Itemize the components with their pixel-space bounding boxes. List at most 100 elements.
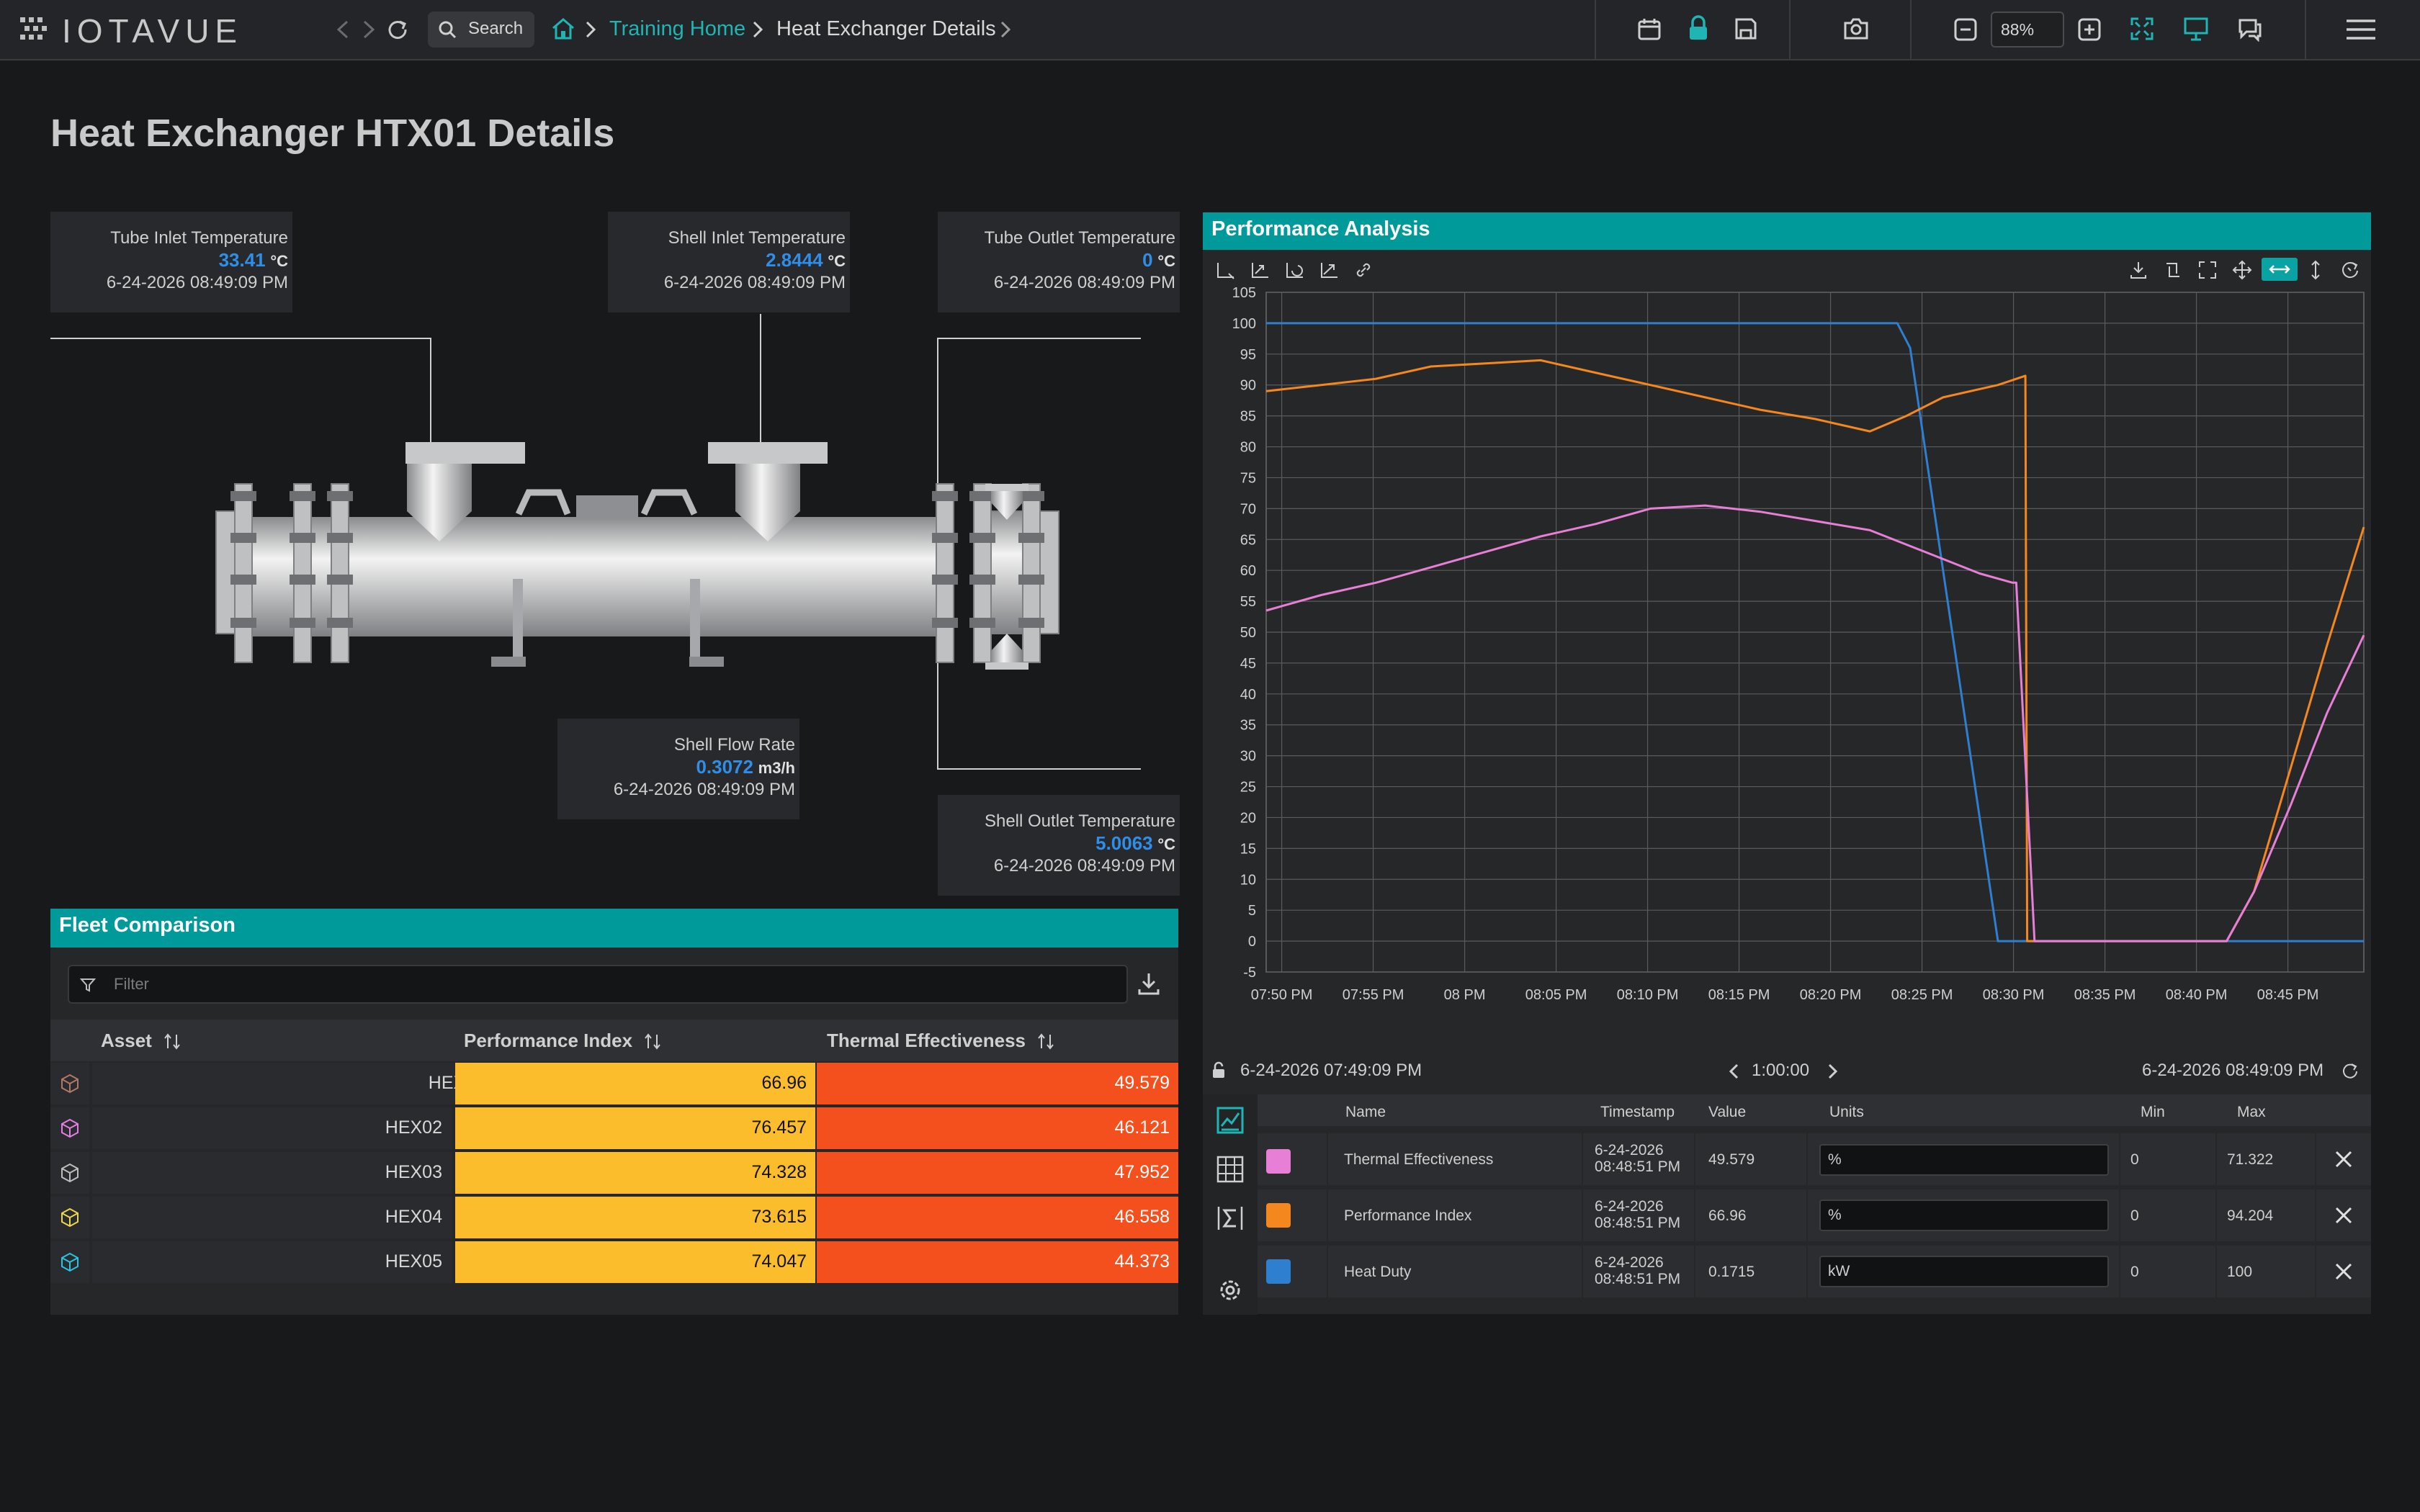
table-row[interactable]: HEX01 66.96 49.579 <box>50 1063 1178 1104</box>
chevron-right-icon[interactable] <box>1825 1063 1839 1080</box>
zoom-in-icon[interactable] <box>2077 17 2102 42</box>
column-asset-label: Asset <box>101 1030 152 1051</box>
save-icon[interactable] <box>1733 16 1759 42</box>
tile-unit: °C <box>1157 835 1175 853</box>
asset-cell: HEX03 <box>92 1152 452 1194</box>
legend-col-timestamp: Timestamp <box>1600 1104 1675 1120</box>
download-icon[interactable] <box>2128 259 2149 281</box>
thermal-effectiveness-cell: 46.121 <box>817 1107 1178 1149</box>
asset-cube-icon <box>61 1074 79 1094</box>
range-duration[interactable]: 1:00:00 <box>1752 1061 1809 1081</box>
refresh-icon[interactable] <box>386 17 409 40</box>
download-icon[interactable] <box>1137 971 1161 996</box>
legend-max: 94.204 <box>2217 1189 2315 1241</box>
range-end[interactable]: 6-24-2026 08:49:09 PM <box>2142 1061 2323 1081</box>
performance-index-cell: 73.615 <box>455 1197 815 1238</box>
y-tick-label: 50 <box>1240 625 1256 641</box>
series-color-swatch[interactable] <box>1266 1149 1291 1174</box>
sigma-icon[interactable] <box>1216 1204 1245 1233</box>
reset-zoom-icon[interactable] <box>2162 259 2184 281</box>
series-color-swatch[interactable] <box>1266 1259 1291 1284</box>
horizontal-zoom-toggle[interactable] <box>2262 258 2298 281</box>
lock-icon[interactable] <box>1210 1061 1229 1080</box>
vertical-arrows-icon[interactable] <box>2305 259 2326 281</box>
y-tick-label: 65 <box>1240 532 1256 548</box>
series-line-performance-index[interactable] <box>1265 359 2365 942</box>
legend-col-max: Max <box>2237 1104 2266 1120</box>
performance-analysis-title: Performance Analysis <box>1211 217 1430 240</box>
column-thermal-effectiveness[interactable]: Thermal Effectiveness <box>827 1030 1055 1052</box>
x-axis-ticks: 07:50 PM 07:55 PM 08 PM 08:05 PM 08:10 PM 08:… <box>1251 987 2319 1003</box>
zoom-back-icon[interactable] <box>1283 259 1305 281</box>
range-start[interactable]: 6-24-2026 07:49:09 PM <box>1240 1061 1422 1081</box>
column-performance-index[interactable]: Performance Index <box>464 1030 662 1052</box>
trend-chart[interactable]: -5 0 5 10 15 20 25 30 35 40 45 50 55 60 65 70 75 80 85 90 95… <box>1203 287 2371 1041</box>
auto-refresh-icon[interactable] <box>2339 259 2361 281</box>
units-input[interactable]: % <box>1819 1144 2109 1176</box>
timestamp-time: 08:48:51 PM <box>1595 1271 1681 1287</box>
y-tick-label: 25 <box>1240 780 1256 796</box>
auto-refresh-icon[interactable] <box>2341 1061 2360 1080</box>
tile-unit: °C <box>828 252 846 270</box>
x-tick-label: 08:05 PM <box>1525 987 1587 1003</box>
close-icon[interactable] <box>2334 1261 2354 1282</box>
forward-icon[interactable] <box>357 19 379 40</box>
zoom-input[interactable]: 88% <box>1991 12 2064 48</box>
tile-label: Tube Outlet Temperature <box>984 228 1175 248</box>
logo-text: IOTAVUE <box>62 12 243 50</box>
fullscreen-icon[interactable] <box>2197 259 2218 281</box>
camera-icon[interactable] <box>1842 16 1870 42</box>
asset-cell: HEX05 <box>92 1241 452 1283</box>
table-row[interactable]: HEX03 74.328 47.952 <box>50 1152 1178 1194</box>
column-asset[interactable]: Asset <box>101 1030 182 1052</box>
axis-select-icon[interactable] <box>1214 259 1236 281</box>
divider <box>1910 0 1912 59</box>
settings-icon[interactable] <box>1216 1276 1245 1305</box>
link-icon[interactable] <box>1353 259 1374 281</box>
app-logo[interactable]: IOTAVUE <box>19 12 300 50</box>
table-row[interactable]: HEX02 76.457 46.121 <box>50 1107 1178 1149</box>
thermal-effectiveness-cell: 47.952 <box>817 1152 1178 1194</box>
pan-icon[interactable] <box>2231 259 2253 281</box>
statistics-icon[interactable] <box>1216 1155 1245 1184</box>
chart-toolbar <box>1203 253 2371 287</box>
legend-value: 66.96 <box>1695 1189 1806 1241</box>
tile-timestamp: 6-24-2026 08:49:09 PM <box>106 273 288 292</box>
legend-row[interactable]: Performance Index 6-24-2026 08:48:51 PM 6… <box>1258 1189 2371 1241</box>
chat-icon[interactable] <box>2236 16 2263 42</box>
breadcrumb-training-home[interactable]: Training Home <box>609 17 745 41</box>
y-tick-label: 70 <box>1240 501 1256 517</box>
calendar-icon[interactable] <box>1636 16 1662 42</box>
zoom-out-icon[interactable] <box>1953 17 1978 42</box>
series-color-swatch[interactable] <box>1266 1203 1291 1228</box>
y-tick-label: 100 <box>1232 316 1256 332</box>
trend-legend-icon[interactable] <box>1216 1106 1245 1135</box>
series-line-thermal-effectiveness[interactable] <box>1265 504 2365 942</box>
trend-icon[interactable] <box>1318 259 1340 281</box>
legend-min: 0 <box>2120 1246 2215 1297</box>
legend-name: Thermal Effectiveness <box>1328 1133 1582 1185</box>
tile-value: 0 <box>1142 249 1153 271</box>
table-row[interactable]: HEX05 74.047 44.373 <box>50 1241 1178 1283</box>
units-input[interactable]: % <box>1819 1200 2109 1231</box>
units-input[interactable]: kW <box>1819 1256 2109 1287</box>
search-button[interactable]: Search <box>428 12 534 48</box>
chevron-right-icon[interactable] <box>998 20 1013 39</box>
table-row[interactable]: HEX04 73.615 46.558 <box>50 1197 1178 1238</box>
menu-icon[interactable] <box>2347 17 2375 42</box>
legend-row[interactable]: Heat Duty 6-24-2026 08:48:51 PM 0.1715 kW… <box>1258 1246 2371 1297</box>
home-icon[interactable] <box>550 16 576 42</box>
asset-cell: HEX04 <box>92 1197 452 1238</box>
fit-screen-icon[interactable] <box>2129 16 2155 42</box>
back-icon[interactable] <box>333 19 354 40</box>
tile-timestamp: 6-24-2026 08:49:09 PM <box>613 780 795 799</box>
chevron-left-icon[interactable] <box>1727 1063 1742 1080</box>
filter-input[interactable]: Filter <box>68 965 1128 1004</box>
legend-row[interactable]: Thermal Effectiveness 6-24-2026 08:48:51 … <box>1258 1133 2371 1185</box>
close-icon[interactable] <box>2334 1149 2354 1169</box>
tile-value: 2.8444 <box>766 249 823 271</box>
zoom-chart-icon[interactable] <box>1249 259 1270 281</box>
presentation-icon[interactable] <box>2182 16 2210 42</box>
close-icon[interactable] <box>2334 1205 2354 1225</box>
lock-icon[interactable] <box>1685 14 1711 42</box>
